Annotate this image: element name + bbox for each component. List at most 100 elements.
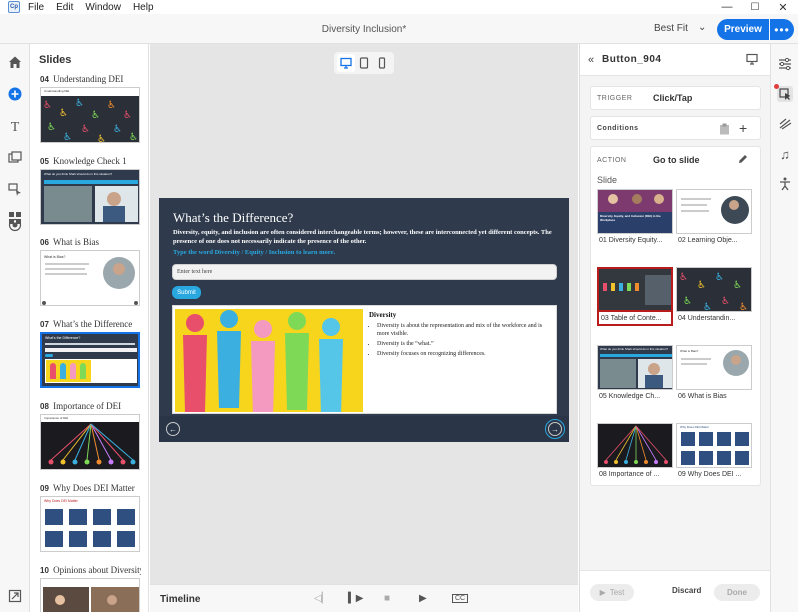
menu-window[interactable]: Window <box>85 2 121 13</box>
stop-icon[interactable]: ■ <box>384 593 390 604</box>
svg-text:♿: ♿ <box>107 100 116 111</box>
closed-caption-icon[interactable]: CC <box>452 594 469 603</box>
menu-file[interactable]: File <box>28 2 44 13</box>
slide-option-09[interactable]: Why Does DEI Matter 09 Why Does DEI ... <box>676 423 752 482</box>
slide-thumbnail-07-selected[interactable]: 07 What’s the Difference What’s the Diff… <box>40 319 141 388</box>
slide-option-03-selected[interactable]: 03 Table of Conte... <box>597 267 673 326</box>
clipboard-icon[interactable] <box>719 123 730 138</box>
chevron-down-icon[interactable]: ⌄ <box>698 22 706 33</box>
maximize-button[interactable]: ☐ <box>742 0 768 14</box>
svg-text:♿: ♿ <box>123 110 132 121</box>
slide-option-label: 01 Diversity Equity... <box>599 237 663 244</box>
slide-stage[interactable]: What’s the Difference? Diversity, equity… <box>159 198 569 442</box>
test-button[interactable]: ▶ Test <box>590 584 634 601</box>
slide-title: What’s the Difference <box>53 319 133 329</box>
slide-text-entry[interactable]: Enter text here <box>172 264 557 280</box>
trigger-row[interactable]: TRIGGER Click/Tap <box>590 86 761 110</box>
bullet-item: Diversity is about the representation an… <box>377 322 555 338</box>
preview-button[interactable]: Preview <box>717 19 769 40</box>
left-tool-rail: T <box>0 44 30 612</box>
trigger-value[interactable]: Click/Tap <box>653 93 692 103</box>
slide-number: 06 <box>40 238 49 247</box>
right-tool-rail: ♫ <box>770 44 798 612</box>
slide-option-preview: Why Does DEI Matter <box>676 423 752 468</box>
slide-option-05[interactable]: What do you think Shah should do in this… <box>597 345 673 404</box>
slide-number: 05 <box>40 157 49 166</box>
connected-people-image <box>48 423 136 465</box>
collapse-icon[interactable]: « <box>588 54 594 66</box>
sliders-icon[interactable] <box>777 56 793 72</box>
play-icon[interactable]: ▶ <box>419 593 427 604</box>
export-icon[interactable] <box>7 588 23 604</box>
done-button[interactable]: Done <box>714 584 760 601</box>
add-icon[interactable] <box>7 86 23 102</box>
properties-panel: « Button_904 TRIGGER Click/Tap Condition… <box>579 44 771 612</box>
animation-icon[interactable] <box>777 116 793 132</box>
media-icon[interactable] <box>7 150 23 166</box>
slide-option-02[interactable]: 02 Learning Obje... <box>676 189 752 248</box>
thumb-title: Why Does DEI Matter <box>44 499 78 503</box>
slide-option-preview: ♿ ♿ ♿ ♿ ♿ ♿ ♿ ♿ <box>676 267 752 312</box>
slide-option-01[interactable]: Diversity, Equity, and Inclusion (DEI) i… <box>597 189 673 248</box>
slide-thumbnail-10[interactable]: 10 Opinions about Diversity <box>40 565 141 612</box>
menu-edit[interactable]: Edit <box>56 2 73 13</box>
accessibility-icon[interactable] <box>777 176 793 192</box>
timeline-label[interactable]: Timeline <box>160 594 200 605</box>
device-toggle <box>334 52 394 74</box>
action-section: ACTION Go to slide Slide Diversity, Equi… <box>590 146 761 486</box>
prev-arrow-icon[interactable]: ← <box>166 422 180 436</box>
zoom-select[interactable]: Best Fit <box>654 23 688 34</box>
edit-pencil-icon[interactable] <box>737 153 749 168</box>
svg-text:♿: ♿ <box>697 280 706 291</box>
desktop-view-icon[interactable] <box>337 54 355 72</box>
thumb-title: What’s the Difference? <box>45 336 81 340</box>
object-name: Button_904 <box>602 54 662 65</box>
svg-text:♿: ♿ <box>683 296 692 307</box>
slide-thumbnail-05[interactable]: 05 Knowledge Check 1 What do you think S… <box>40 156 141 225</box>
slide-preview: Why Does DEI Matter <box>40 496 140 552</box>
monitor-icon[interactable] <box>746 53 758 68</box>
slide-thumbnail-04[interactable]: 04 Understanding DEI Understanding DEI ♿… <box>40 74 141 143</box>
add-condition-icon[interactable]: + <box>739 120 747 136</box>
slide-option-06[interactable]: What is Bias? 06 What is Bias <box>676 345 752 404</box>
more-options-button[interactable]: ••• <box>770 19 794 40</box>
svg-text:♿: ♿ <box>129 132 138 143</box>
thumb-title: What do you think Shah should do in this… <box>600 347 669 351</box>
tablet-view-icon[interactable] <box>355 54 373 72</box>
slide-preview: What is Bias? <box>40 250 140 306</box>
close-button[interactable]: ✕ <box>770 0 796 14</box>
mobile-view-icon[interactable] <box>373 54 391 72</box>
test-label: Test <box>609 588 625 597</box>
svg-text:♿: ♿ <box>81 124 90 135</box>
content-card: Diversity Diversity is about the represe… <box>172 305 557 414</box>
menu-help[interactable]: Help <box>133 2 154 13</box>
step-icon[interactable]: ▍▶ <box>348 593 363 604</box>
slide-option-08[interactable]: 08 Importance of ... <box>597 423 673 482</box>
action-value[interactable]: Go to slide <box>653 155 700 165</box>
next-arrow-icon[interactable]: → <box>545 419 565 439</box>
rewind-icon[interactable]: ◁▏ <box>314 593 329 604</box>
title-bar: Cp File Edit Window Help — ☐ ✕ <box>0 0 798 14</box>
slide-nav-bar: ← → <box>159 416 569 442</box>
target-icon[interactable] <box>7 217 23 233</box>
top-toolbar: Diversity Inclusion* Best Fit ⌄ Preview … <box>0 14 798 44</box>
interaction-hand-icon[interactable] <box>774 84 793 102</box>
audio-icon[interactable]: ♫ <box>777 146 793 162</box>
thumb-title: What is Bias? <box>44 255 66 259</box>
minimize-button[interactable]: — <box>714 0 740 14</box>
slide-label: Slide <box>597 175 618 185</box>
slide-thumbnail-08[interactable]: 08 Importance of DEI Importance of DEI <box>40 401 141 470</box>
slide-thumbnail-09[interactable]: 09 Why Does DEI Matter Why Does DEI Matt… <box>40 483 141 552</box>
bullet-list: Diversity is about the representation an… <box>377 322 555 360</box>
trigger-label: TRIGGER <box>597 95 633 102</box>
slide-preview: What’s the Difference? <box>40 332 140 388</box>
home-icon[interactable] <box>7 54 23 70</box>
slide-option-04[interactable]: ♿ ♿ ♿ ♿ ♿ ♿ ♿ ♿ 04 Understandin... <box>676 267 752 326</box>
discard-button[interactable]: Discard <box>672 586 701 595</box>
slide-preview: Importance of DEI <box>40 414 140 470</box>
interactions-icon[interactable] <box>7 182 23 198</box>
text-icon[interactable]: T <box>7 120 23 136</box>
submit-button[interactable]: Submit <box>172 286 201 299</box>
slide-thumbnail-06[interactable]: 06 What is Bias What is Bias? <box>40 237 141 306</box>
slide-option-label: 02 Learning Obje... <box>678 237 738 244</box>
